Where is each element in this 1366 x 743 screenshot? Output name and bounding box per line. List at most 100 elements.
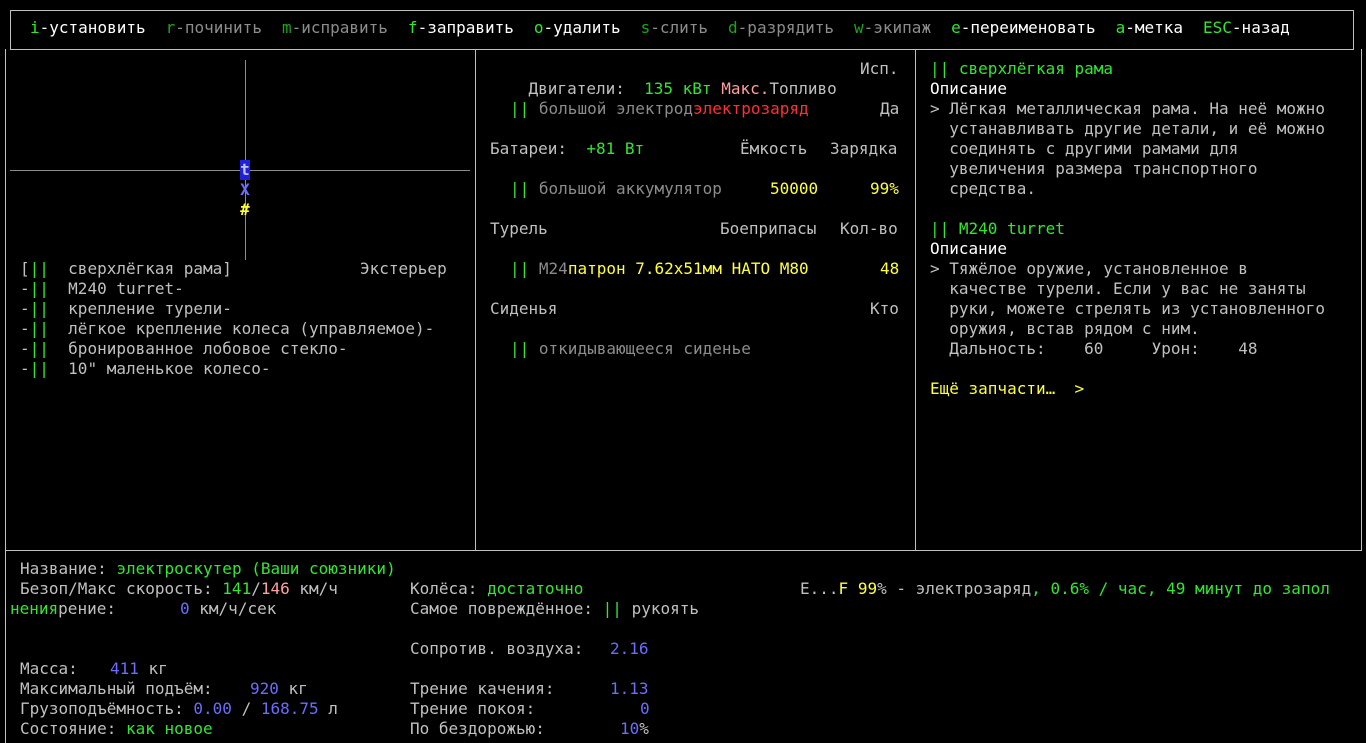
keybar-label: -назад: [1231, 18, 1290, 37]
turret-ammo: патрон 7.62x51мм НАТО M80: [567, 259, 809, 278]
keybar-label: -починить: [175, 18, 262, 37]
wheels-row: Колёса: достаточно: [410, 579, 583, 599]
turret-row[interactable]: || M24патрон 7.62x51мм НАТО M80: [510, 259, 809, 279]
part-prefix: [: [20, 259, 30, 278]
engines-use-col: Исп.: [860, 59, 899, 78]
cargo-max: 168.75: [260, 699, 319, 718]
map-frame-tile[interactable]: X: [240, 180, 250, 200]
map-turret-tile[interactable]: t: [240, 160, 250, 180]
keybar-item-w[interactable]: w-экипаж: [854, 18, 931, 37]
part-name: сверхлёгкая рама]: [68, 259, 232, 278]
turret-header: Турель: [490, 219, 548, 238]
mass-value-row: 411 кг: [110, 659, 168, 679]
lift-label: Максимальный подъём:: [20, 679, 213, 698]
divider-left: [475, 49, 476, 551]
damage-label: Урон:: [1151, 339, 1200, 358]
engine-fuel: электрозаряд: [693, 99, 809, 118]
parts-list-item[interactable]: [|| сверхлёгкая рама]: [20, 259, 232, 279]
parts-list-item[interactable]: -|| лёгкое крепление колеса (управляемое…: [20, 319, 434, 339]
mass-value: 411: [110, 659, 139, 678]
engines-power: 135 кВт: [644, 79, 712, 98]
keybar-item-d[interactable]: d-разрядить: [728, 18, 834, 37]
keybar-item-a[interactable]: a-метка: [1116, 18, 1183, 37]
battery-charge: 99%: [870, 179, 899, 198]
mass-label: Масса:: [20, 659, 78, 678]
part-health-bars: ||: [29, 299, 49, 318]
keybar-item-s[interactable]: s-слить: [641, 18, 708, 37]
air-label: Сопротив. воздуха:: [410, 639, 584, 658]
keybar-item-m[interactable]: m-исправить: [282, 18, 388, 37]
turret-health-bars: ||: [510, 259, 530, 278]
keybar-label: -заправить: [417, 18, 514, 37]
fuel-rate: , 0.6% / час, 49 минут до запол: [1031, 579, 1330, 598]
batteries-charge-col: Зарядка: [830, 139, 898, 158]
parts-list-item[interactable]: -|| M240 turret-: [20, 279, 184, 299]
damage-value: 48: [1238, 339, 1258, 358]
description-line: средства.: [930, 179, 1036, 198]
keybar-item-o[interactable]: o-удалить: [534, 18, 621, 37]
keybar-key: a: [1115, 18, 1126, 37]
keybar-label: -слить: [650, 18, 709, 37]
part-name: M240 turret-: [68, 279, 184, 298]
part1-name: сверхлёгкая рама: [958, 59, 1114, 78]
keybar-key: r: [165, 18, 176, 37]
fuel-percent: 99: [857, 579, 878, 598]
stats-frame-left: [5, 550, 6, 743]
cargo-sep: /: [241, 699, 252, 718]
keybar-key: i: [30, 18, 40, 37]
keybar-item-f[interactable]: f-заправить: [408, 18, 514, 37]
damaged-row: Самое повреждённое: || рукоять: [410, 599, 699, 619]
rolling-value: 1.13: [610, 679, 649, 698]
description-line: устанавливать другие детали, и её можно: [930, 119, 1325, 138]
cargo-row: Грузоподъёмность: 0.00 / 168.75 л: [20, 699, 338, 719]
turret-name: M24: [538, 259, 568, 278]
damaged-health-bars: ||: [602, 599, 622, 618]
engines-max: Макс.: [721, 79, 770, 98]
seats-header: Сиденья: [490, 299, 558, 318]
cargo-current: 0.00: [193, 699, 232, 718]
turret-ammo-col: Боеприпасы: [720, 219, 817, 238]
battery-row[interactable]: || большой аккумулятор: [510, 179, 722, 199]
part2-health-bars: ||: [930, 219, 950, 238]
accel-prefix: нения: [10, 599, 59, 618]
speed-unit: км/ч: [299, 579, 338, 598]
state-row: Состояние: как новое: [20, 719, 213, 739]
parts-list-item[interactable]: -|| 10" маленькое колесо-: [20, 359, 270, 379]
wheels-label: Колёса:: [410, 579, 478, 598]
engines-fuel-col: Топливо: [769, 79, 837, 98]
keybar-item-esc[interactable]: ESC-назад: [1203, 18, 1290, 37]
speed-sep: /: [251, 579, 261, 598]
batteries-capacity-col: Ёмкость: [740, 139, 808, 158]
part-health-bars: ||: [29, 259, 49, 278]
keybar-key: d: [728, 18, 738, 37]
seat-row[interactable]: || откидывающееся сиденье: [510, 339, 751, 359]
rolling-label: Трение качения:: [410, 679, 555, 698]
keybar-item-r[interactable]: r-починить: [166, 18, 262, 37]
fuel-gauge-row: E...F 99% - электрозаряд, 0.6% / час, 49…: [800, 579, 1330, 599]
keybar-key: m: [281, 18, 292, 37]
state-value: как новое: [125, 719, 213, 738]
divider-right: [915, 49, 916, 551]
more-parts-link[interactable]: Ещё запчасти… >: [930, 379, 1084, 399]
part-name: бронированное лобовое стекло-: [68, 339, 348, 358]
vehicle-name: электроскутер (Ваши союзники): [116, 559, 396, 578]
keybar-label: -метка: [1125, 18, 1184, 37]
air-row: Сопротив. воздуха:: [410, 639, 583, 659]
keybar-label: -переименовать: [960, 18, 1096, 37]
part1-health-bars: ||: [930, 59, 950, 78]
fuel-gauge-e: E...: [800, 579, 839, 598]
accel-unit: км/ч/сек: [199, 599, 277, 618]
fuel-gauge-f: F: [838, 579, 849, 598]
offroad-unit: %: [639, 719, 649, 738]
seats-who-col: Кто: [870, 299, 899, 318]
keybar-item-i[interactable]: i-установить: [30, 18, 146, 37]
offroad-value-row: 10%: [620, 719, 649, 739]
parts-list-item[interactable]: -|| крепление турели-: [20, 299, 232, 319]
parts-list-item[interactable]: -|| бронированное лобовое стекло-: [20, 339, 348, 359]
keybar-label: -исправить: [291, 18, 388, 37]
keybar-item-e[interactable]: e-переименовать: [951, 18, 1096, 37]
engine-row[interactable]: || большой электродэлектрозаряд: [510, 99, 809, 119]
range-label: Дальность:: [930, 339, 1046, 358]
map-windshield-tile[interactable]: #: [240, 200, 250, 220]
engine-use: Да: [880, 99, 900, 118]
